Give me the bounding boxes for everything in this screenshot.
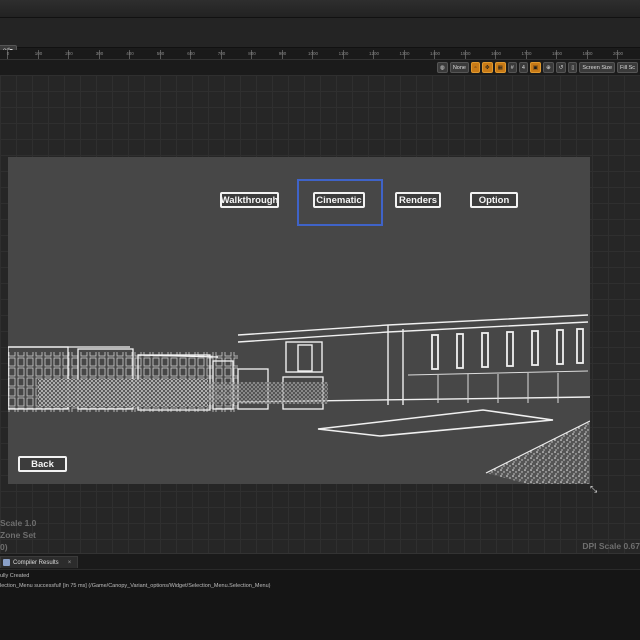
ruler-tick-label: 600 — [187, 51, 195, 56]
ruler-tick-label: 1500 — [460, 51, 471, 56]
ruler-tick-label: 300 — [95, 51, 104, 56]
renders-label: Renders — [398, 194, 437, 206]
ruler-tick: 500 — [157, 50, 164, 59]
zoom-icon[interactable]: ⊕ — [543, 62, 554, 73]
select-mode-icon[interactable]: ▫ — [470, 62, 480, 73]
ruler-tick: 900 — [279, 50, 286, 59]
ruler-tick: 100 — [35, 50, 42, 59]
back-button[interactable]: Back — [18, 456, 67, 472]
log-line: ully Created — [0, 573, 29, 579]
ruler-tick: 400 — [126, 50, 134, 59]
ruler-tick-label: 400 — [126, 51, 134, 56]
ruler-tick-label: 2000 — [612, 51, 623, 56]
ruler-tick: 800 — [248, 50, 256, 59]
ruler-tick: 300 — [96, 50, 103, 59]
cinematic-button[interactable]: Cinematic — [313, 192, 365, 208]
ruler-tick: 0 — [7, 50, 9, 59]
globe-icon[interactable]: ◍ — [437, 62, 448, 73]
move-mode-icon[interactable]: ✥ — [481, 62, 493, 73]
ruler-tick-label: 1400 — [429, 51, 440, 56]
ruler-tick-label: 200 — [65, 51, 73, 56]
ruler-tick: 1500 — [460, 50, 471, 59]
walkthrough-label: Walkthrough — [220, 194, 279, 206]
dpi-scale-readout: DPI Scale 0.67 — [582, 541, 640, 551]
ruler-tick-label: 1000 — [307, 51, 318, 56]
title-bar — [0, 0, 640, 18]
ruler-tick: 700 — [218, 50, 225, 59]
grid-size-value[interactable]: 4 — [518, 62, 528, 73]
paren-readout: 0) — [0, 542, 8, 552]
scale-text: Scale 1.0 — [0, 518, 37, 528]
ruler-tick-label: 100 — [34, 51, 43, 56]
compiler-results-panel: Compiler Results × ully Created lection_… — [0, 553, 640, 640]
ruler-tick-label: 1200 — [368, 51, 379, 56]
ruler-tick: 1600 — [491, 50, 501, 59]
zone-readout: Zone Set — [0, 530, 36, 540]
tab-compiler-results[interactable]: Compiler Results × — [0, 556, 79, 568]
ruler-tick: 1100 — [339, 50, 348, 59]
horizontal-ruler: 0 100 200 300 400 500 600 700 800 900 1000 1100 1200… — [0, 50, 640, 60]
reset-icon[interactable]: ↺ — [555, 62, 567, 73]
resize-handle-icon[interactable]: ⤡ — [590, 484, 600, 494]
cinematic-label: Cinematic — [316, 194, 362, 206]
renders-button[interactable]: Renders — [395, 192, 441, 208]
ruler-tick-label: 1800 — [551, 51, 562, 56]
none-label: None — [452, 64, 466, 71]
grid-icon[interactable]: # — [507, 62, 517, 73]
paren-text: 0) — [0, 542, 8, 552]
ruler-tick-label: 700 — [217, 51, 226, 56]
fill-screen-label: Fill Sc — [620, 64, 635, 71]
ruler-tick: 1300 — [399, 50, 410, 59]
ruler-tick-label: 800 — [248, 51, 256, 56]
ruler-tick-label: 1100 — [338, 51, 349, 56]
viewport-toolbar: ◍ None ▫ ✥ ▦ # 4 ▣ ⊕ ↺ ▯ Screen Size Fil… — [437, 61, 640, 74]
log-line: lection_Menu successful! [in 75 ms] (/Ga… — [0, 583, 270, 589]
scale-readout: Scale 1.0 — [0, 518, 36, 528]
ruler-tick-label: 900 — [278, 51, 287, 56]
rotate-snap-icon[interactable]: ▣ — [529, 62, 542, 73]
screen-size-label: Screen Size — [582, 64, 613, 71]
ruler-tick: 1900 — [582, 50, 593, 59]
log-line-2: lection_Menu successful! [in 75 ms] (/Ga… — [0, 583, 271, 589]
fill-screen-dropdown[interactable]: Fill Sc — [617, 62, 638, 73]
grid-size-label: 4 — [521, 64, 525, 71]
log-line-1: ully Created — [0, 573, 30, 579]
option-button[interactable]: Option — [470, 192, 518, 208]
ruler-tick-label: 1900 — [582, 51, 593, 56]
editor-toolbar: ed▾ — [0, 18, 640, 57]
ruler-tick-label: 1300 — [399, 51, 410, 56]
snap-icon[interactable]: ▦ — [494, 62, 506, 73]
option-label: Option — [478, 194, 510, 206]
ruler-tick: 1800 — [552, 50, 562, 59]
close-icon[interactable]: × — [68, 560, 72, 566]
ruler-tick: 600 — [187, 50, 195, 59]
widget-preview[interactable]: Walkthrough Cinematic Renders Option Bac… — [8, 157, 590, 484]
zone-text: Zone Set — [0, 530, 36, 540]
ruler-tick: 1000 — [308, 50, 318, 59]
ruler-tick: 1200 — [369, 50, 379, 59]
ruler-tick: 1400 — [430, 50, 440, 59]
ruler-tick: 200 — [65, 50, 73, 59]
ruler-tick-label: 500 — [156, 51, 165, 56]
compiler-results-icon — [3, 559, 10, 566]
dpi-text: DPI Scale 0.67 — [582, 541, 640, 551]
back-label: Back — [31, 458, 54, 470]
ruler-tick-label: 1700 — [521, 51, 532, 56]
none-button[interactable]: None — [449, 62, 469, 73]
ruler-tick: 1700 — [521, 50, 532, 59]
phone-icon[interactable]: ▯ — [568, 62, 578, 73]
ruler-tick-label: 1600 — [490, 51, 501, 56]
screen-size-dropdown[interactable]: Screen Size — [579, 62, 616, 73]
ruler-tick-label: 0 — [6, 51, 10, 56]
tab-label: Compiler Results — [13, 559, 59, 566]
ruler-tick: 2000 — [613, 50, 623, 59]
walkthrough-button[interactable]: Walkthrough — [220, 192, 279, 208]
log-output: ully Created lection_Menu successful! [i… — [0, 569, 640, 640]
